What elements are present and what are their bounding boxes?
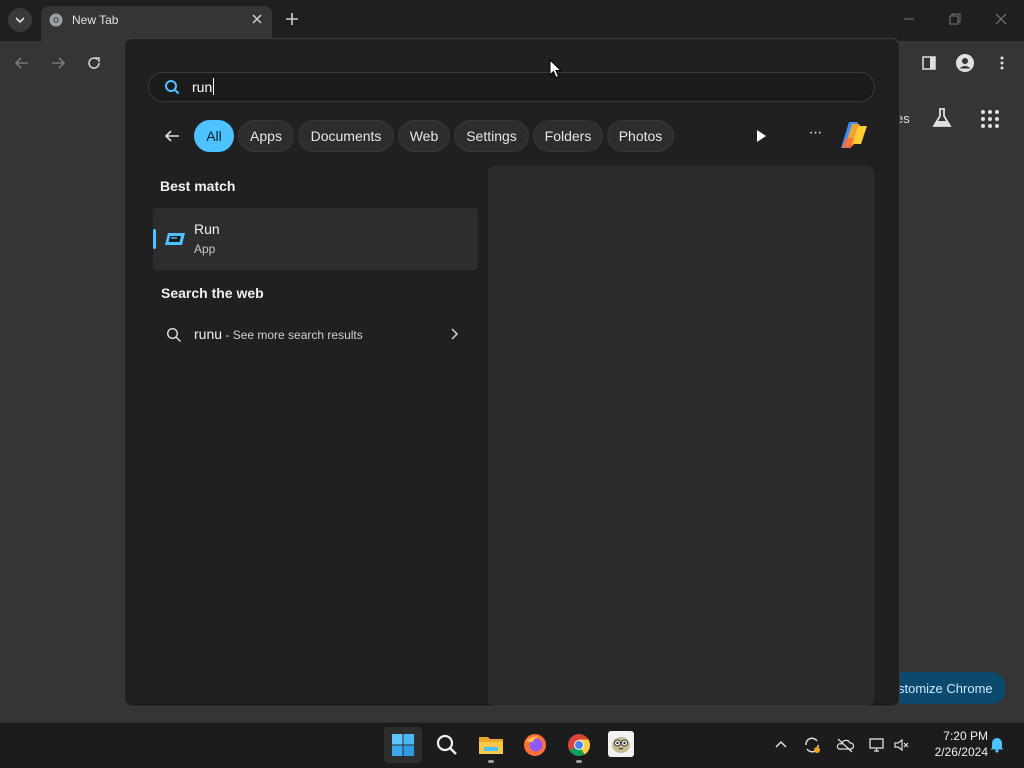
result-title: Run bbox=[194, 221, 220, 237]
file-explorer-button[interactable] bbox=[476, 730, 506, 760]
chrome-button[interactable] bbox=[564, 730, 594, 760]
selection-indicator bbox=[153, 229, 156, 249]
search-query: run bbox=[192, 79, 213, 95]
search-icon bbox=[436, 734, 457, 755]
web-search-icon bbox=[166, 327, 181, 342]
preview-pane bbox=[488, 166, 874, 706]
side-panel-icon[interactable] bbox=[921, 55, 937, 71]
volume-muted-icon[interactable] bbox=[893, 736, 911, 754]
notification-bell-icon[interactable] bbox=[988, 735, 1006, 753]
new-tab-button[interactable] bbox=[282, 9, 302, 29]
apps-grid-icon[interactable] bbox=[980, 109, 1000, 129]
running-indicator bbox=[488, 760, 494, 763]
more-options-button[interactable]: ··· bbox=[803, 124, 827, 142]
back-icon[interactable] bbox=[14, 55, 30, 71]
best-match-result[interactable] bbox=[153, 208, 478, 270]
filter-web[interactable]: Web bbox=[398, 120, 450, 152]
forward-icon[interactable] bbox=[50, 55, 66, 71]
chrome-favicon-icon bbox=[49, 13, 63, 27]
mouse-cursor-icon bbox=[549, 59, 562, 79]
filter-settings[interactable]: Settings bbox=[454, 120, 529, 152]
chevron-right-icon[interactable] bbox=[448, 327, 460, 341]
clock-time: 7:20 PM bbox=[943, 729, 988, 743]
filter-photos[interactable]: Photos bbox=[607, 120, 674, 152]
labs-flask-icon[interactable] bbox=[931, 107, 953, 129]
play-more-filters-icon[interactable] bbox=[754, 128, 768, 144]
app-mascot-button[interactable] bbox=[608, 731, 634, 757]
tab-title: New Tab bbox=[72, 13, 119, 27]
chevron-down-icon bbox=[15, 17, 25, 24]
search-web-heading: Search the web bbox=[161, 285, 264, 301]
search-input[interactable] bbox=[148, 72, 875, 102]
system-clock[interactable]: 7:20 PM 2/26/2024 bbox=[918, 728, 988, 760]
firefox-button[interactable] bbox=[520, 730, 550, 760]
owl-face-icon bbox=[612, 737, 630, 753]
filter-all[interactable]: All bbox=[194, 120, 234, 152]
close-window-icon[interactable] bbox=[994, 12, 1008, 26]
text-caret bbox=[213, 78, 214, 95]
filter-documents[interactable]: Documents bbox=[298, 120, 394, 152]
tab-search-button[interactable] bbox=[8, 8, 32, 32]
windows-logo-icon bbox=[392, 734, 414, 756]
web-result-text: runu - See more search results bbox=[194, 326, 363, 342]
clock-date: 2/26/2024 bbox=[934, 745, 988, 759]
menu-dots-icon[interactable] bbox=[996, 55, 1008, 71]
search-icon bbox=[165, 80, 180, 95]
running-indicator bbox=[576, 760, 582, 763]
back-arrow-icon[interactable] bbox=[163, 127, 181, 145]
folder-icon bbox=[479, 737, 503, 754]
minimize-icon[interactable] bbox=[902, 12, 916, 26]
sync-icon[interactable] bbox=[803, 736, 821, 754]
start-button[interactable] bbox=[384, 727, 422, 763]
chrome-icon bbox=[568, 734, 590, 756]
reload-icon[interactable] bbox=[86, 55, 102, 71]
copilot-icon[interactable] bbox=[838, 120, 870, 150]
run-app-icon bbox=[165, 233, 185, 245]
result-type: App bbox=[194, 242, 216, 256]
firefox-icon bbox=[524, 734, 546, 756]
filter-apps[interactable]: Apps bbox=[238, 120, 294, 152]
profile-icon[interactable] bbox=[955, 53, 975, 73]
onedrive-offline-icon[interactable] bbox=[836, 736, 854, 754]
network-icon[interactable] bbox=[868, 736, 886, 754]
best-match-heading: Best match bbox=[160, 178, 236, 194]
web-query-term: runu bbox=[194, 326, 223, 342]
web-query-suffix: - See more search results bbox=[222, 328, 363, 342]
chevron-up-icon[interactable] bbox=[773, 737, 789, 753]
close-icon[interactable] bbox=[249, 11, 265, 27]
taskbar-search-button[interactable] bbox=[432, 730, 462, 760]
filter-folders[interactable]: Folders bbox=[533, 120, 603, 152]
restore-icon[interactable] bbox=[948, 12, 962, 26]
